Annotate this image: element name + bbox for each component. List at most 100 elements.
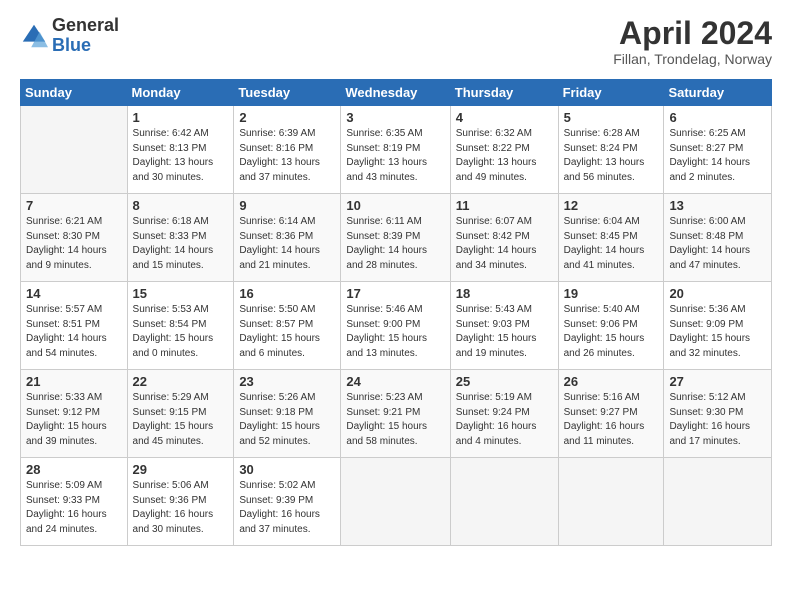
weekday-header: Sunday [21, 80, 128, 106]
day-number: 24 [346, 374, 444, 389]
day-info: Sunrise: 5:23 AM Sunset: 9:21 PM Dayligh… [346, 391, 444, 449]
calendar-header-row: SundayMondayTuesdayWednesdayThursdayFrid… [21, 80, 772, 106]
calendar-cell: 4Sunrise: 6:32 AM Sunset: 8:22 PM Daylig… [450, 106, 558, 194]
calendar-cell: 11Sunrise: 6:07 AM Sunset: 8:42 PM Dayli… [450, 194, 558, 282]
calendar-cell: 3 Sunrise: 6:35 AM Sunset: 8:19 PM Daylig… [341, 106, 450, 194]
day-number: 23 [239, 374, 335, 389]
day-info: Sunrise: 6:28 AM Sunset: 8:24 PM Dayligh… [564, 127, 659, 185]
day-number: 19 [564, 286, 659, 301]
day-info: Sunrise: 5:06 AM Sunset: 9:36 PM Dayligh… [133, 479, 229, 537]
day-number: 26 [564, 374, 659, 389]
day-number: 6 [669, 110, 766, 125]
calendar-cell: 25 Sunrise: 5:19 AM Sunset: 9:24 PM Dayli… [450, 370, 558, 458]
day-number: 17 [346, 286, 444, 301]
calendar-cell: 22 Sunrise: 5:29 AM Sunset: 9:15 PM Dayli… [127, 370, 234, 458]
calendar-cell: 21Sunrise: 5:33 AM Sunset: 9:12 PM Dayli… [21, 370, 128, 458]
day-info: Sunrise: 5:29 AM Sunset: 9:15 PM Dayligh… [133, 391, 229, 449]
calendar-cell: 14Sunrise: 5:57 AM Sunset: 8:51 PM Dayli… [21, 282, 128, 370]
day-info: Sunrise: 6:32 AM Sunset: 8:22 PM Dayligh… [456, 127, 553, 185]
calendar-cell: 5Sunrise: 6:28 AM Sunset: 8:24 PM Daylig… [558, 106, 664, 194]
calendar-cell: 12 Sunrise: 6:04 AM Sunset: 8:45 PM Dayli… [558, 194, 664, 282]
day-number: 8 [133, 198, 229, 213]
day-number: 9 [239, 198, 335, 213]
day-info: Sunrise: 5:02 AM Sunset: 9:39 PM Dayligh… [239, 479, 335, 537]
day-info: Sunrise: 6:25 AM Sunset: 8:27 PM Dayligh… [669, 127, 766, 185]
logo-general: General [52, 16, 119, 36]
day-info: Sunrise: 5:57 AM Sunset: 8:51 PM Dayligh… [26, 303, 122, 361]
day-number: 30 [239, 462, 335, 477]
weekday-header: Wednesday [341, 80, 450, 106]
day-info: Sunrise: 6:35 AM Sunset: 8:19 PM Dayligh… [346, 127, 444, 185]
calendar-cell: 10Sunrise: 6:11 AM Sunset: 8:39 PM Dayli… [341, 194, 450, 282]
calendar-week-row: 7 Sunrise: 6:21 AM Sunset: 8:30 PM Daylig… [21, 194, 772, 282]
calendar-cell: 2Sunrise: 6:39 AM Sunset: 8:16 PM Daylig… [234, 106, 341, 194]
day-number: 27 [669, 374, 766, 389]
day-info: Sunrise: 5:12 AM Sunset: 9:30 PM Dayligh… [669, 391, 766, 449]
logo-text: General Blue [52, 16, 119, 56]
month-title: April 2024 [613, 16, 772, 51]
day-info: Sunrise: 5:19 AM Sunset: 9:24 PM Dayligh… [456, 391, 553, 449]
day-info: Sunrise: 6:21 AM Sunset: 8:30 PM Dayligh… [26, 215, 122, 273]
calendar-cell: 28 Sunrise: 5:09 AM Sunset: 9:33 PM Dayli… [21, 458, 128, 546]
logo: General Blue [20, 16, 119, 56]
calendar-cell: 29 Sunrise: 5:06 AM Sunset: 9:36 PM Dayli… [127, 458, 234, 546]
calendar-cell [664, 458, 772, 546]
day-info: Sunrise: 5:09 AM Sunset: 9:33 PM Dayligh… [26, 479, 122, 537]
calendar-cell: 16 Sunrise: 5:50 AM Sunset: 8:57 PM Dayli… [234, 282, 341, 370]
day-number: 16 [239, 286, 335, 301]
weekday-header: Friday [558, 80, 664, 106]
weekday-header: Thursday [450, 80, 558, 106]
title-section: April 2024 Fillan, Trondelag, Norway [613, 16, 772, 67]
day-info: Sunrise: 6:04 AM Sunset: 8:45 PM Dayligh… [564, 215, 659, 273]
day-info: Sunrise: 6:42 AM Sunset: 8:13 PM Dayligh… [133, 127, 229, 185]
calendar-cell: 23 Sunrise: 5:26 AM Sunset: 9:18 PM Dayli… [234, 370, 341, 458]
day-info: Sunrise: 5:16 AM Sunset: 9:27 PM Dayligh… [564, 391, 659, 449]
calendar-cell [558, 458, 664, 546]
day-number: 12 [564, 198, 659, 213]
day-number: 3 [346, 110, 444, 125]
day-info: Sunrise: 5:43 AM Sunset: 9:03 PM Dayligh… [456, 303, 553, 361]
location: Fillan, Trondelag, Norway [613, 51, 772, 67]
day-info: Sunrise: 6:11 AM Sunset: 8:39 PM Dayligh… [346, 215, 444, 273]
calendar-cell: 8 Sunrise: 6:18 AM Sunset: 8:33 PM Daylig… [127, 194, 234, 282]
day-info: Sunrise: 5:40 AM Sunset: 9:06 PM Dayligh… [564, 303, 659, 361]
logo-icon [20, 22, 48, 50]
calendar-cell [341, 458, 450, 546]
day-info: Sunrise: 5:53 AM Sunset: 8:54 PM Dayligh… [133, 303, 229, 361]
calendar-cell: 1 Sunrise: 6:42 AM Sunset: 8:13 PM Daylig… [127, 106, 234, 194]
day-info: Sunrise: 6:18 AM Sunset: 8:33 PM Dayligh… [133, 215, 229, 273]
day-info: Sunrise: 5:46 AM Sunset: 9:00 PM Dayligh… [346, 303, 444, 361]
page: General Blue April 2024 Fillan, Trondela… [0, 0, 792, 612]
day-number: 11 [456, 198, 553, 213]
day-info: Sunrise: 6:14 AM Sunset: 8:36 PM Dayligh… [239, 215, 335, 273]
calendar-cell: 26 Sunrise: 5:16 AM Sunset: 9:27 PM Dayli… [558, 370, 664, 458]
header: General Blue April 2024 Fillan, Trondela… [20, 16, 772, 67]
calendar-cell: 7 Sunrise: 6:21 AM Sunset: 8:30 PM Daylig… [21, 194, 128, 282]
weekday-header: Monday [127, 80, 234, 106]
day-number: 22 [133, 374, 229, 389]
calendar-cell: 17 Sunrise: 5:46 AM Sunset: 9:00 PM Dayli… [341, 282, 450, 370]
day-number: 15 [133, 286, 229, 301]
day-number: 13 [669, 198, 766, 213]
calendar-week-row: 28 Sunrise: 5:09 AM Sunset: 9:33 PM Dayli… [21, 458, 772, 546]
calendar-cell: 24 Sunrise: 5:23 AM Sunset: 9:21 PM Dayli… [341, 370, 450, 458]
day-number: 1 [133, 110, 229, 125]
day-number: 29 [133, 462, 229, 477]
calendar: SundayMondayTuesdayWednesdayThursdayFrid… [20, 79, 772, 546]
day-info: Sunrise: 5:50 AM Sunset: 8:57 PM Dayligh… [239, 303, 335, 361]
day-number: 25 [456, 374, 553, 389]
calendar-week-row: 1 Sunrise: 6:42 AM Sunset: 8:13 PM Daylig… [21, 106, 772, 194]
day-info: Sunrise: 5:26 AM Sunset: 9:18 PM Dayligh… [239, 391, 335, 449]
day-info: Sunrise: 6:39 AM Sunset: 8:16 PM Dayligh… [239, 127, 335, 185]
calendar-cell [450, 458, 558, 546]
calendar-cell: 18 Sunrise: 5:43 AM Sunset: 9:03 PM Dayli… [450, 282, 558, 370]
calendar-cell: 27 Sunrise: 5:12 AM Sunset: 9:30 PM Dayli… [664, 370, 772, 458]
day-number: 18 [456, 286, 553, 301]
day-number: 28 [26, 462, 122, 477]
day-number: 7 [26, 198, 122, 213]
weekday-header: Tuesday [234, 80, 341, 106]
calendar-week-row: 21Sunrise: 5:33 AM Sunset: 9:12 PM Dayli… [21, 370, 772, 458]
calendar-cell [21, 106, 128, 194]
calendar-cell: 9 Sunrise: 6:14 AM Sunset: 8:36 PM Daylig… [234, 194, 341, 282]
calendar-cell: 13Sunrise: 6:00 AM Sunset: 8:48 PM Dayli… [664, 194, 772, 282]
